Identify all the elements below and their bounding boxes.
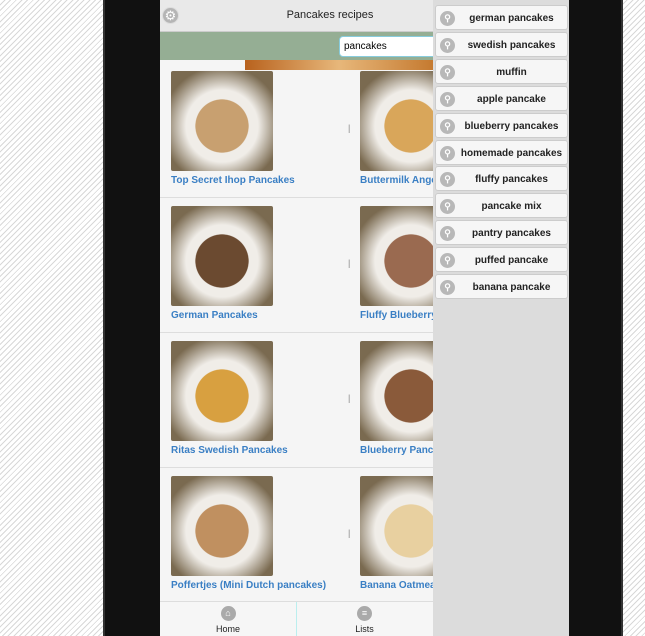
app: ⚙ Pancakes recipes Top Secret Ihop Panca… [160, 0, 433, 636]
recipe-title[interactable]: Poffertjes (Mini Dutch pancakes) [171, 580, 326, 591]
recipe-title[interactable]: German Pancakes [171, 310, 258, 321]
suggestion-item[interactable]: ⚲ apple pancake [435, 85, 568, 111]
chevron-icon: | [348, 393, 351, 403]
divider [160, 332, 433, 333]
recipe-image[interactable] [171, 476, 273, 576]
tab-home[interactable]: ⌂ Home [160, 602, 296, 636]
search-icon: ⚲ [440, 199, 455, 215]
chevron-icon: | [348, 123, 351, 133]
suggestion-item[interactable]: ⚲ blueberry pancakes [435, 112, 568, 138]
search-icon: ⚲ [440, 91, 455, 107]
divider [160, 467, 433, 468]
recipe-title[interactable]: Ritas Swedish Pancakes [171, 445, 288, 456]
suggestion-item[interactable]: ⚲ banana pancake [435, 274, 568, 299]
recipe-image[interactable] [360, 476, 433, 576]
suggestion-item[interactable]: ⚲ german pancakes [435, 5, 568, 30]
search-icon: ⚲ [440, 64, 455, 80]
divider [160, 197, 433, 198]
recipe-title[interactable]: Buttermilk Angel Pancakes [360, 175, 433, 186]
search-icon: ⚲ [440, 253, 455, 269]
footer-nav: ⌂ Home ≡ Lists [160, 601, 433, 636]
recipe-image[interactable] [360, 71, 433, 171]
search-icon: ⚲ [440, 37, 455, 53]
chevron-icon: | [348, 528, 351, 538]
chevron-icon: | [348, 258, 351, 268]
recipe-title[interactable]: Top Secret Ihop Pancakes [171, 175, 295, 186]
hero-image [245, 60, 433, 70]
header: ⚙ Pancakes recipes [160, 0, 433, 32]
suggestion-item[interactable]: ⚲ fluffy pancakes [435, 166, 568, 192]
suggestion-item[interactable]: ⚲ pantry pancakes [435, 220, 568, 246]
recipe-image[interactable] [171, 341, 273, 441]
search-icon: ⚲ [440, 118, 455, 134]
suggestion-item[interactable]: ⚲ pancake mix [435, 193, 568, 219]
tab-lists[interactable]: ≡ Lists [296, 602, 432, 636]
suggestion-item[interactable]: ⚲ swedish pancakes [435, 31, 568, 57]
suggestion-item[interactable]: ⚲ homemade pancakes [435, 139, 568, 165]
search-icon: ⚲ [440, 11, 455, 26]
search-icon: ⚲ [440, 226, 455, 242]
suggestion-item[interactable]: ⚲ puffed pancake [435, 247, 568, 273]
home-icon: ⌂ [220, 606, 236, 621]
list-icon: ≡ [357, 606, 372, 621]
suggestion-item[interactable]: ⚲ muffin [435, 58, 568, 84]
recipe-image[interactable] [171, 206, 273, 306]
recipe-image[interactable] [171, 71, 273, 171]
recipe-title[interactable]: Banana Oatmeal Pancakes [360, 580, 433, 591]
search-bar [160, 32, 433, 60]
recipe-title[interactable]: Fluffy Blueberry Pancakes [360, 310, 433, 321]
recipe-image[interactable] [360, 206, 433, 306]
page-title: Pancakes recipes [286, 9, 374, 21]
suggestions-panel: ⚲ german pancakes ⚲ swedish pancakes ⚲ muffin… [433, 0, 569, 636]
recipe-title[interactable]: Blueberry Pancakes [360, 445, 433, 456]
recipe-image[interactable] [360, 341, 433, 441]
search-icon: ⚲ [440, 172, 455, 188]
search-icon: ⚲ [440, 280, 455, 295]
search-input[interactable] [339, 36, 433, 57]
search-icon: ⚲ [440, 145, 455, 161]
